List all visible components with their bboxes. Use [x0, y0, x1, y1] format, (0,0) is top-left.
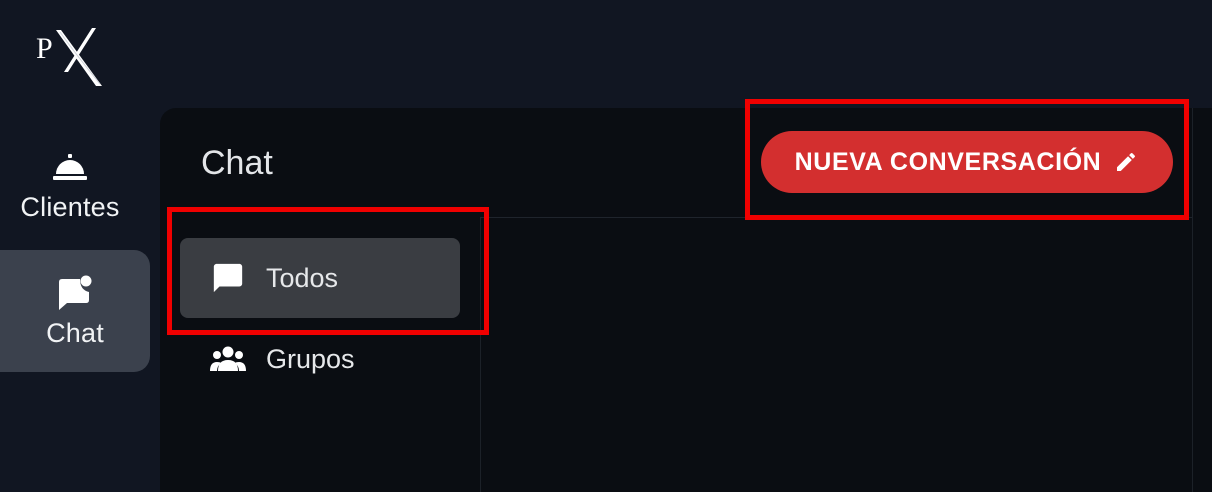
- nav-label-clientes: Clientes: [20, 191, 120, 222]
- panel-right-divider: [1192, 108, 1193, 492]
- group-icon: [208, 339, 248, 379]
- filter-label-grupos: Grupos: [266, 343, 355, 374]
- app-window: P Clientes Chat Chat NUEVA CONVERSACIÓN …: [0, 0, 1212, 492]
- chat-notification-icon: [56, 274, 94, 312]
- svg-text:P: P: [36, 32, 53, 65]
- new-conversation-button[interactable]: NUEVA CONVERSACIÓN: [761, 131, 1173, 193]
- new-conversation-label: NUEVA CONVERSACIÓN: [794, 147, 1102, 176]
- chat-panel: Chat NUEVA CONVERSACIÓN Todos Grupos: [160, 108, 1212, 492]
- nav-label-chat: Chat: [46, 317, 104, 348]
- nav-item-clientes[interactable]: Clientes: [0, 130, 140, 240]
- filter-item-grupos[interactable]: Grupos: [180, 319, 460, 399]
- page-title: Chat: [201, 144, 273, 182]
- header-divider: [480, 217, 1193, 218]
- px-logo: P: [34, 22, 106, 88]
- service-bell-icon: [51, 148, 89, 186]
- nav-item-chat[interactable]: Chat: [0, 250, 150, 372]
- list-divider: [480, 218, 481, 492]
- chat-bubble-icon: [208, 258, 248, 298]
- filter-item-todos[interactable]: Todos: [180, 238, 460, 318]
- filter-label-todos: Todos: [266, 262, 339, 293]
- pencil-icon: [1113, 149, 1139, 175]
